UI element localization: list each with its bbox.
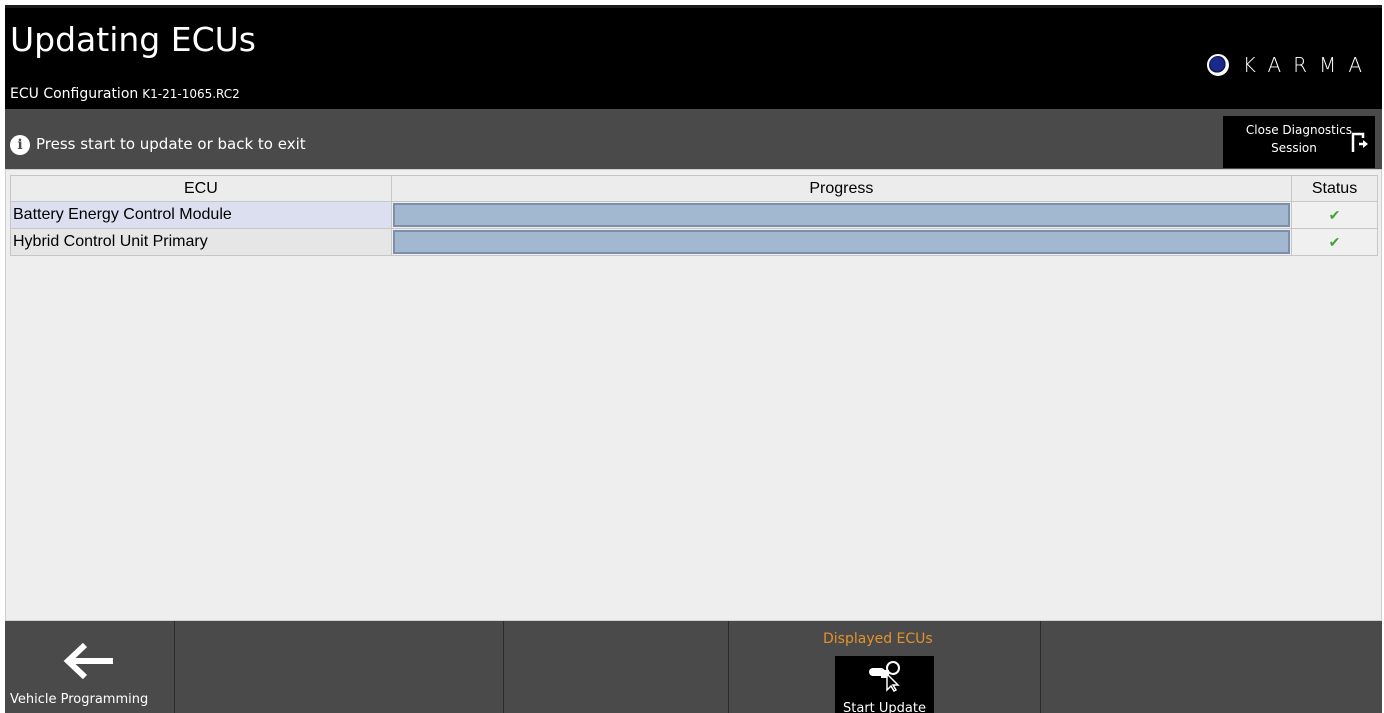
progress-fill [394,232,1289,252]
column-header-progress[interactable]: Progress [390,175,1293,202]
progress-cell [390,228,1293,256]
back-arrow-icon [63,643,113,679]
ecu-table-area: ECU Progress Status Battery Energy Contr… [5,169,1382,621]
app-window: Updating ECUs ECU Configuration K1-21-106… [5,5,1382,713]
config-label: ECU Configuration [10,86,139,102]
toolbar-slot [175,621,504,713]
info-message: Press start to update or back to exit [36,135,306,153]
toolbar-slot [504,621,729,713]
column-header-ecu[interactable]: ECU [10,175,392,202]
start-update-label: Start Update [843,701,926,713]
column-header-status[interactable]: Status [1291,175,1378,202]
progress-fill [394,205,1289,225]
displayed-ecus-label: Displayed ECUs [823,631,933,647]
ecu-configuration: ECU Configuration K1-21-1065.RC2 [10,86,240,102]
start-update-button[interactable]: Start Update [835,656,934,713]
progress-cell [390,201,1293,229]
page-title: Updating ECUs [10,20,256,59]
table-row[interactable]: Hybrid Control Unit Primary ✔ [10,228,1378,256]
status-check-icon: ✔ [1291,201,1378,229]
progress-bar [392,203,1291,227]
karma-logo-icon [1206,54,1229,76]
exit-icon [1351,132,1368,152]
back-button[interactable]: Vehicle Programming [5,621,175,713]
info-bar: i Press start to update or back to exit … [5,109,1382,169]
config-version: K1-21-1065.RC2 [142,87,240,101]
brand-name: KARMA [1242,53,1374,77]
ecu-name-cell: Battery Energy Control Module [10,201,392,229]
back-button-label: Vehicle Programming [10,692,149,707]
progress-bar [392,230,1291,254]
table-row[interactable]: Battery Energy Control Module ✔ [10,201,1378,229]
header: Updating ECUs ECU Configuration K1-21-106… [5,5,1382,109]
close-button-line1: Close Diagnostics [1245,123,1353,137]
update-ecu-icon [869,661,900,692]
status-check-icon: ✔ [1291,228,1378,256]
info-icon: i [10,135,30,155]
ecu-table: ECU Progress Status Battery Energy Contr… [10,175,1378,256]
brand: KARMA [1206,53,1374,77]
bottom-toolbar: Vehicle Programming Displayed ECUs Start… [5,621,1382,713]
ecu-name-cell: Hybrid Control Unit Primary [10,228,392,256]
close-diagnostics-session-button[interactable]: Close Diagnostics Session [1223,116,1375,168]
